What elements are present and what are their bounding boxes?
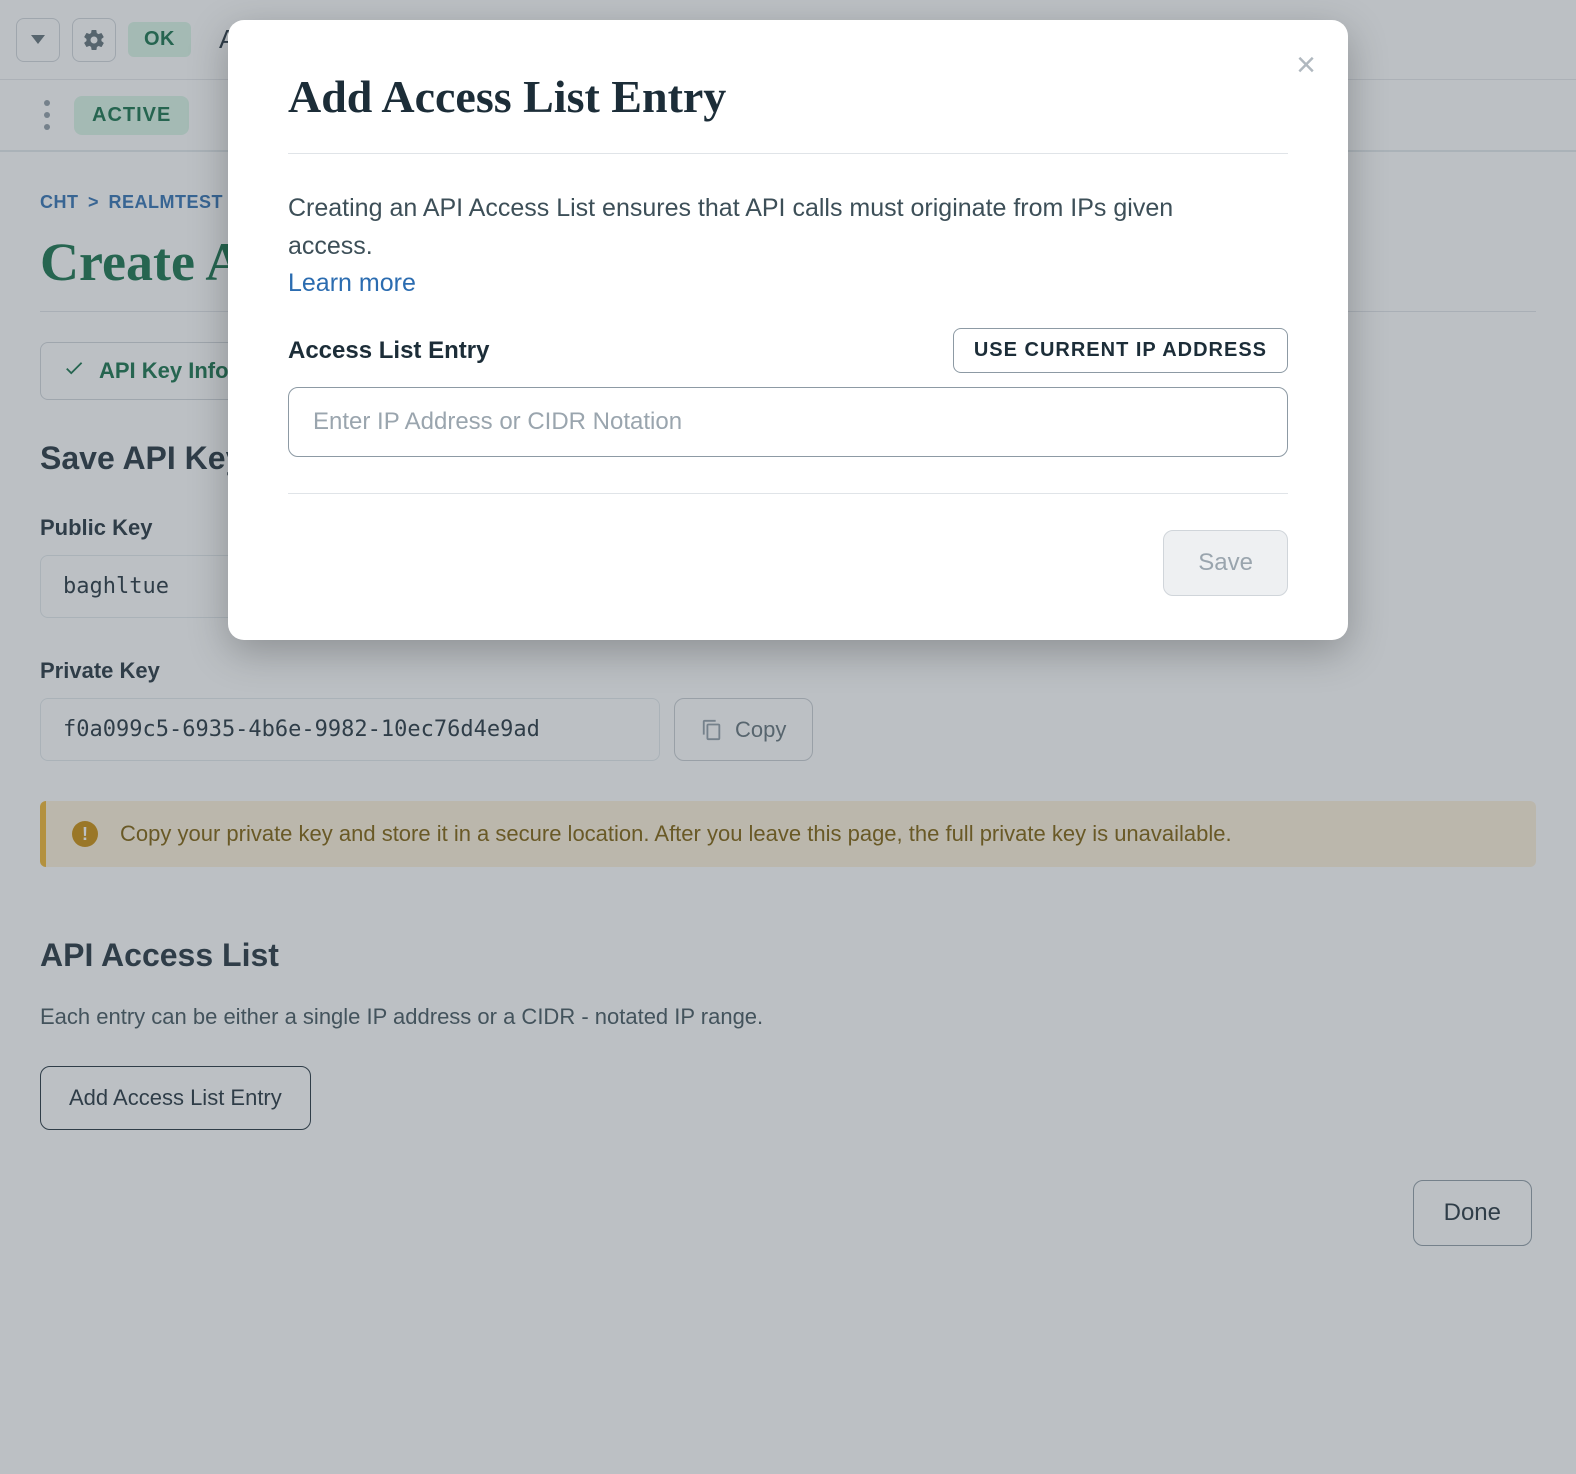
access-list-entry-label: Access List Entry xyxy=(288,337,489,365)
access-list-entry-input[interactable] xyxy=(288,387,1288,457)
close-icon: × xyxy=(1296,46,1316,84)
modal-title: Add Access List Entry xyxy=(288,70,1288,123)
learn-more-link[interactable]: Learn more xyxy=(288,269,416,298)
save-button[interactable]: Save xyxy=(1163,530,1288,596)
add-access-list-modal: × Add Access List Entry Creating an API … xyxy=(228,20,1348,640)
use-current-ip-button[interactable]: USE CURRENT IP ADDRESS xyxy=(953,328,1288,373)
modal-description: Creating an API Access List ensures that… xyxy=(288,190,1228,265)
close-button[interactable]: × xyxy=(1296,48,1316,82)
